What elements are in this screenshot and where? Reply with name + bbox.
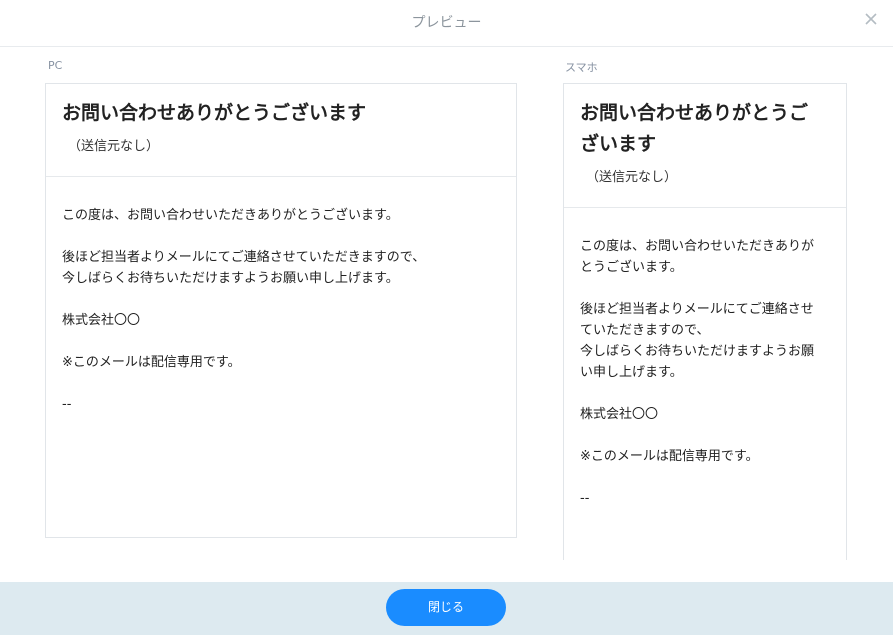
mail-body-line: 今しばらくお待ちいただけますようお願い申し上げます。 (62, 271, 399, 286)
pc-preview-panel: お問い合わせありがとうございます （送信元なし） この度は、お問い合わせいただき… (45, 83, 517, 538)
mail-body-line (580, 383, 830, 404)
mail-body-line (580, 278, 830, 299)
modal-header: プレビュー (0, 0, 893, 47)
mail-body-line (62, 373, 500, 394)
mail-body-line: ていただきますので、 (580, 323, 710, 338)
pc-preview-label: PC (48, 59, 63, 72)
mail-sender: （送信元なし） (68, 139, 160, 154)
mail-body-line (62, 289, 500, 310)
mail-body-line: ※このメールは配信専用です。 (62, 355, 241, 370)
mail-body-line: この度は、お問い合わせいただきありがとうございます。 (62, 208, 399, 223)
mail-body-line: い申し上げます。 (580, 365, 683, 380)
close-icon[interactable] (863, 11, 879, 27)
mail-body-line: 株式会社〇〇 (580, 407, 659, 422)
mail-body-line: この度は、お問い合わせいただきありが (580, 239, 815, 254)
mail-body: この度は、お問い合わせいただきありがとうございます。 後ほど担当者よりメールにて… (46, 177, 516, 415)
mail-body-line (580, 467, 830, 488)
mail-header: お問い合わせありがとうご ざいます （送信元なし） (564, 84, 846, 208)
mail-body-line (580, 425, 830, 446)
mail-body-line: ※このメールは配信専用です。 (580, 449, 759, 464)
modal-footer: 閉じる (0, 582, 893, 635)
mail-body-line: とうございます。 (580, 260, 683, 275)
mail-body-line (62, 331, 500, 352)
modal-title: プレビュー (411, 15, 482, 31)
close-button[interactable]: 閉じる (386, 589, 506, 626)
mail-sender: （送信元なし） (586, 170, 678, 185)
mail-body-line: 後ほど担当者よりメールにてご連絡させていただきますので、 (62, 250, 426, 265)
smartphone-preview-panel: お問い合わせありがとうご ざいます （送信元なし） この度は、お問い合わせいただ… (563, 83, 847, 560)
mail-subject-line: お問い合わせありがとうご (580, 102, 809, 124)
mail-body-line: 株式会社〇〇 (62, 313, 141, 328)
smartphone-preview-label: スマホ (565, 61, 598, 74)
mail-body-line: 今しばらくお待ちいただけますようお願 (580, 344, 815, 359)
mail-body-line: 後ほど担当者よりメールにてご連絡させ (580, 302, 814, 317)
mail-body: この度は、お問い合わせいただきありが とうございます。 後ほど担当者よりメールに… (564, 208, 846, 509)
mail-subject: お問い合わせありがとうございます (62, 102, 367, 124)
mail-header: お問い合わせありがとうございます （送信元なし） (46, 84, 516, 177)
mail-body-line: -- (580, 491, 590, 506)
mail-body-line (62, 226, 500, 247)
mail-body-line: -- (62, 397, 72, 412)
mail-subject-line: ざいます (580, 133, 657, 155)
